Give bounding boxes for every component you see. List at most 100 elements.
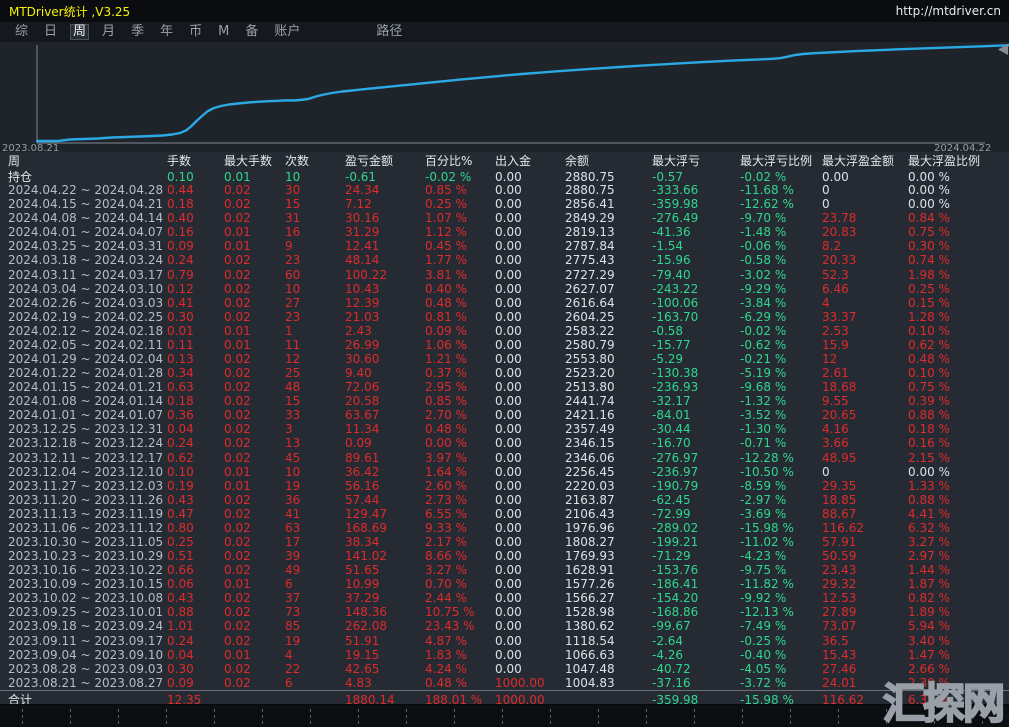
row-cell: 15.9: [822, 337, 849, 352]
table-row[interactable]: 2023.11.06 ~ 2023.11.12 0.80 0.02 63 168.69 9…: [0, 521, 1009, 535]
row-cell: 141.02: [345, 549, 387, 564]
row-cell: -3.69 %: [740, 506, 787, 521]
menu-item-币[interactable]: 币: [186, 24, 205, 40]
row-cell: -236.93: [652, 380, 699, 395]
menu-item-月[interactable]: 月: [99, 24, 118, 40]
row-cell: 0.24: [167, 633, 194, 648]
row-cell: 48.95: [822, 450, 857, 465]
row-cell: 1566.27: [565, 591, 615, 606]
row-cell: 0.02: [224, 351, 251, 366]
position-cell: 0.00: [495, 169, 522, 184]
row-cell: 0.02: [224, 633, 251, 648]
menu-item-账户[interactable]: 账户: [271, 24, 303, 40]
row-cell: 2023.09.18 ~ 2023.09.24: [8, 619, 164, 634]
table-row[interactable]: 2024.02.05 ~ 2024.02.11 0.11 0.01 11 26.99 1.…: [0, 338, 1009, 352]
table-row[interactable]: 2024.04.01 ~ 2024.04.07 0.16 0.01 16 31.29 1.…: [0, 225, 1009, 239]
table-row[interactable]: 2024.04.15 ~ 2024.04.21 0.18 0.02 15 7.12 0.2…: [0, 197, 1009, 211]
table-row[interactable]: 2023.09.18 ~ 2023.09.24 1.01 0.02 85 262.08 2…: [0, 619, 1009, 633]
row-cell: -2.97 %: [740, 492, 787, 507]
table-row[interactable]: 2023.08.21 ~ 2023.08.27 0.09 0.02 6 4.83 0.48…: [0, 676, 1009, 690]
row-cell: 1.33 %: [908, 478, 950, 493]
table-row[interactable]: 2024.03.11 ~ 2024.03.17 0.79 0.02 60 100.22 3…: [0, 267, 1009, 282]
position-cell: -0.02 %: [740, 169, 787, 184]
title-bar: MTDriver统计 ,V3.25 http://mtdriver.cn: [0, 0, 1009, 22]
table-row[interactable]: 2023.12.18 ~ 2023.12.24 0.24 0.02 13 0.09 0.0…: [0, 436, 1009, 450]
menu-item-M[interactable]: M: [215, 24, 232, 40]
table-row[interactable]: 2023.10.16 ~ 2023.10.22 0.66 0.02 49 51.65 3.…: [0, 563, 1009, 577]
row-cell: 50.59: [822, 549, 857, 564]
row-cell: -0.58 %: [740, 253, 787, 268]
table-row[interactable]: 2024.04.22 ~ 2024.04.28 0.44 0.02 30 24.34 0.…: [0, 183, 1009, 197]
table-row[interactable]: 2024.01.08 ~ 2024.01.14 0.18 0.02 15 20.58 0.…: [0, 394, 1009, 408]
row-cell: 2024.01.15 ~ 2024.01.21: [8, 380, 164, 395]
table-row[interactable]: 2023.08.28 ~ 2023.09.03 0.30 0.02 22 42.65 4.…: [0, 662, 1009, 676]
table-row[interactable]: 2024.03.25 ~ 2024.03.31 0.09 0.01 9 12.41 0.4…: [0, 239, 1009, 253]
menu-item-日[interactable]: 日: [41, 24, 60, 40]
row-cell: -3.02 %: [740, 267, 787, 282]
row-cell: 0.01: [167, 323, 194, 338]
position-row[interactable]: 持仓 0.10 0.01 10 -0.61 -0.02 % 0.00 2880.75 -0.57…: [0, 168, 1009, 185]
row-cell: 0.01: [224, 647, 251, 662]
table-row[interactable]: 2023.11.13 ~ 2023.11.19 0.47 0.02 41 129.47 6…: [0, 507, 1009, 521]
table-row[interactable]: 2024.02.26 ~ 2024.03.03 0.41 0.02 27 12.39 0.…: [0, 296, 1009, 310]
row-cell: -236.97: [652, 464, 699, 479]
position-cell: 0.10: [167, 169, 194, 184]
table-row[interactable]: 2023.12.04 ~ 2023.12.10 0.10 0.01 10 36.42 1.…: [0, 465, 1009, 479]
table-row[interactable]: 2024.01.01 ~ 2024.01.07 0.36 0.02 33 63.67 2.…: [0, 408, 1009, 422]
row-cell: 0.02: [224, 422, 251, 437]
row-cell: -8.59 %: [740, 478, 787, 493]
table-row[interactable]: 2024.01.15 ~ 2024.01.21 0.63 0.02 48 72.06 2.…: [0, 380, 1009, 394]
table-row[interactable]: 2024.03.18 ~ 2024.03.24 0.24 0.02 23 48.14 1.…: [0, 253, 1009, 267]
row-cell: 2024.02.05 ~ 2024.02.11: [8, 337, 164, 352]
table-row[interactable]: 2023.10.09 ~ 2023.10.15 0.06 0.01 6 10.99 0.7…: [0, 577, 1009, 591]
row-cell: 5.94 %: [908, 619, 950, 634]
table-row[interactable]: 2023.12.11 ~ 2023.12.17 0.62 0.02 45 89.61 3.…: [0, 450, 1009, 465]
table-row[interactable]: 2023.10.23 ~ 2023.10.29 0.51 0.02 39 141.02 8…: [0, 549, 1009, 563]
row-cell: 4.16: [822, 422, 849, 437]
table-row[interactable]: 2024.02.12 ~ 2024.02.18 0.01 0.01 1 2.43 0.09…: [0, 324, 1009, 338]
menu-item-周[interactable]: 周: [70, 24, 90, 40]
row-cell: 2220.03: [565, 478, 615, 493]
row-cell: 3.27 %: [908, 534, 950, 549]
row-cell: 36: [285, 492, 301, 507]
row-cell: 0.02: [224, 436, 251, 451]
table-row[interactable]: 2023.12.25 ~ 2023.12.31 0.04 0.02 3 11.34 0.4…: [0, 422, 1009, 436]
row-cell: 0.43: [167, 492, 194, 507]
table-row[interactable]: 2024.01.22 ~ 2024.01.28 0.34 0.02 25 9.40 0.3…: [0, 366, 1009, 380]
row-cell: 2024.03.04 ~ 2024.03.10: [8, 281, 164, 296]
row-cell: -62.45: [652, 492, 691, 507]
row-cell: 2024.03.11 ~ 2024.03.17: [8, 267, 164, 282]
table-row[interactable]: 2024.03.04 ~ 2024.03.10 0.12 0.02 10 10.43 0.…: [0, 282, 1009, 296]
menu-item-年[interactable]: 年: [157, 24, 176, 40]
table-row[interactable]: 2023.11.27 ~ 2023.12.03 0.19 0.01 19 56.16 2.…: [0, 479, 1009, 493]
row-cell: 0.09: [345, 436, 372, 451]
table-row[interactable]: 2023.09.25 ~ 2023.10.01 0.88 0.02 73 148.36 1…: [0, 605, 1009, 619]
table-row[interactable]: 2024.04.08 ~ 2024.04.14 0.40 0.02 31 30.16 1.…: [0, 211, 1009, 225]
app-url-link[interactable]: http://mtdriver.cn: [896, 4, 1001, 18]
menu-item-备[interactable]: 备: [242, 24, 261, 40]
row-cell: 30.16: [345, 211, 380, 226]
row-cell: 0.74 %: [908, 253, 950, 268]
row-cell: 20.65: [822, 408, 857, 423]
tick-marks: [22, 709, 1009, 724]
row-cell: 0.48 %: [425, 295, 467, 310]
table-row[interactable]: 2023.10.02 ~ 2023.10.08 0.43 0.02 37 37.29 2.…: [0, 591, 1009, 605]
table-row[interactable]: 2023.11.20 ~ 2023.11.26 0.43 0.02 36 57.44 2.…: [0, 493, 1009, 507]
table-row[interactable]: 2024.02.19 ~ 2024.02.25 0.30 0.02 23 21.03 0.…: [0, 310, 1009, 324]
table-row[interactable]: 2023.10.30 ~ 2023.11.05 0.25 0.02 17 38.34 2.…: [0, 535, 1009, 549]
row-cell: 0.19: [167, 478, 194, 493]
row-cell: 2.15 %: [908, 450, 950, 465]
row-cell: 2024.02.19 ~ 2024.02.25: [8, 309, 164, 324]
menu-item-季[interactable]: 季: [128, 24, 147, 40]
menu-item-综[interactable]: 综: [12, 24, 31, 40]
row-cell: 42.65: [345, 661, 380, 676]
row-cell: 0.00: [495, 464, 522, 479]
row-cell: 48: [285, 380, 301, 395]
row-cell: 18.85: [822, 492, 857, 507]
menu-item-路径[interactable]: 路径: [373, 24, 405, 40]
table-row[interactable]: 2024.01.29 ~ 2024.02.04 0.13 0.02 12 30.60 1.…: [0, 352, 1009, 366]
table-row[interactable]: 2023.09.11 ~ 2023.09.17 0.24 0.02 19 51.91 4.…: [0, 634, 1009, 648]
table-row[interactable]: 2023.09.04 ~ 2023.09.10 0.04 0.01 4 19.15 1.8…: [0, 648, 1009, 662]
row-cell: 33: [285, 408, 301, 423]
row-cell: 262.08: [345, 619, 387, 634]
